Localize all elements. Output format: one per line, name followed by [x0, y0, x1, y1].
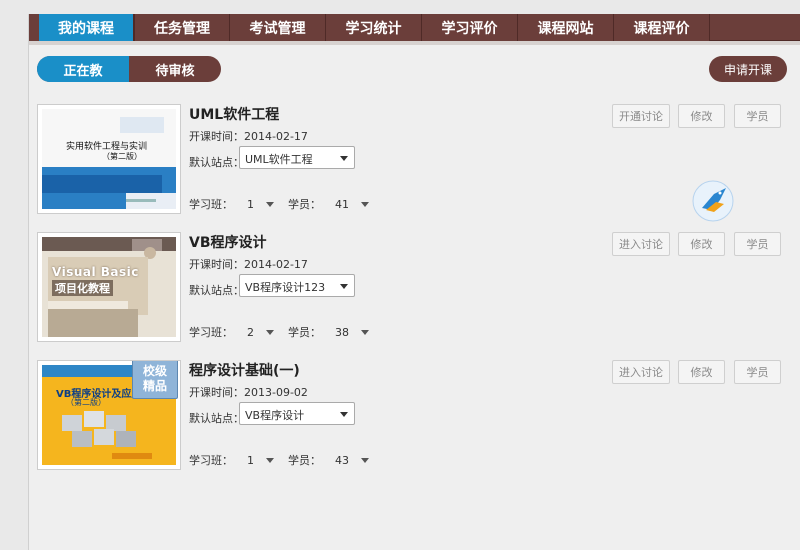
course-item: Visual Basic 项目化教程 VB程序设计 开课时间：2014-02-1…	[37, 232, 797, 344]
status-filter: 正在教 待审核	[37, 56, 221, 82]
class-count: 1	[247, 197, 254, 211]
course-item: 实用软件工程与实训 （第二版） UML软件工程 开课时间：2014-02-17 …	[37, 104, 797, 216]
badge-line-2: 精品	[142, 379, 167, 393]
site-select-value: VB程序设计	[245, 409, 305, 422]
course-stats: 学习班： 1 学员： 43	[189, 452, 383, 468]
date-value: 2014-02-17	[244, 258, 308, 271]
students-button[interactable]: 学员	[734, 232, 781, 256]
nav-filler	[710, 14, 800, 41]
filter-pending[interactable]: 待审核	[129, 56, 221, 82]
chevron-down-icon	[340, 284, 348, 289]
site-label: 默认站点：	[189, 156, 244, 169]
students-dropdown-icon[interactable]	[361, 201, 369, 207]
students-dropdown-icon[interactable]	[361, 457, 369, 463]
class-count: 1	[247, 453, 254, 467]
site-select[interactable]: VB程序设计	[239, 402, 355, 425]
enter-discussion-button[interactable]: 进入讨论	[612, 232, 670, 256]
cover-subtitle: 项目化教程	[52, 280, 113, 296]
student-count: 38	[335, 325, 349, 339]
cover-subtitle: （第二版）	[66, 398, 106, 407]
students-button[interactable]: 学员	[734, 360, 781, 384]
main-panel: 我的课程 任务管理 考试管理 学习统计 学习评价 课程网站 课程评价 正在教 待…	[28, 14, 800, 550]
students-label: 学员：	[288, 454, 321, 467]
site-select-value: VB程序设计123	[245, 281, 326, 294]
class-count: 2	[247, 325, 254, 339]
student-count: 41	[335, 197, 349, 211]
site-label: 默认站点：	[189, 412, 244, 425]
students-dropdown-icon[interactable]	[361, 329, 369, 335]
site-select-value: UML软件工程	[245, 153, 313, 166]
edit-button[interactable]: 修改	[678, 104, 725, 128]
course-cover[interactable]: 实用软件工程与实训 （第二版）	[37, 104, 181, 214]
class-label: 学习班：	[189, 198, 233, 211]
tab-course-evaluation[interactable]: 课程评价	[614, 14, 710, 41]
filter-teaching[interactable]: 正在教	[37, 56, 129, 82]
cover-title: Visual Basic	[52, 265, 139, 279]
site-select[interactable]: UML软件工程	[239, 146, 355, 169]
tab-learning-stats[interactable]: 学习统计	[326, 14, 422, 41]
class-label: 学习班：	[189, 326, 233, 339]
date-label: 开课时间：	[189, 386, 244, 399]
open-discussion-button[interactable]: 开通讨论	[612, 104, 670, 128]
chevron-down-icon	[340, 412, 348, 417]
chevron-down-icon	[340, 156, 348, 161]
site-label: 默认站点：	[189, 284, 244, 297]
tab-course-website[interactable]: 课程网站	[518, 14, 614, 41]
students-button[interactable]: 学员	[734, 104, 781, 128]
course-date: 开课时间：2014-02-17	[189, 128, 308, 144]
edit-button[interactable]: 修改	[678, 360, 725, 384]
student-count: 43	[335, 453, 349, 467]
tab-learning-evaluation[interactable]: 学习评价	[422, 14, 518, 41]
nav-divider	[29, 41, 800, 45]
enter-discussion-button[interactable]: 进入讨论	[612, 360, 670, 384]
course-title[interactable]: 程序设计基础(一)	[189, 360, 300, 380]
course-item: VB程序设计及应用 （第二版） 校级 精品 程序设计基础(一) 开课时间：201…	[37, 360, 797, 472]
date-value: 2014-02-17	[244, 130, 308, 143]
students-label: 学员：	[288, 198, 321, 211]
date-label: 开课时间：	[189, 258, 244, 271]
apply-course-button[interactable]: 申请开课	[709, 56, 787, 82]
course-cover[interactable]: VB程序设计及应用 （第二版） 校级 精品	[37, 360, 181, 470]
class-label: 学习班：	[189, 454, 233, 467]
quality-badge: 校级 精品	[132, 361, 178, 399]
tab-task-management[interactable]: 任务管理	[134, 14, 230, 41]
students-label: 学员：	[288, 326, 321, 339]
course-stats: 学习班： 2 学员： 38	[189, 324, 383, 340]
course-stats: 学习班： 1 学员： 41	[189, 196, 383, 212]
course-date: 开课时间：2014-02-17	[189, 256, 308, 272]
date-value: 2013-09-02	[244, 386, 308, 399]
site-select[interactable]: VB程序设计123	[239, 274, 355, 297]
class-dropdown-icon[interactable]	[266, 329, 274, 335]
tab-my-courses[interactable]: 我的课程	[39, 14, 134, 41]
class-dropdown-icon[interactable]	[266, 457, 274, 463]
edit-button[interactable]: 修改	[678, 232, 725, 256]
top-nav: 我的课程 任务管理 考试管理 学习统计 学习评价 课程网站 课程评价	[29, 14, 800, 41]
course-cover[interactable]: Visual Basic 项目化教程	[37, 232, 181, 342]
bird-logo-icon[interactable]	[692, 180, 734, 222]
course-date: 开课时间：2013-09-02	[189, 384, 308, 400]
cover-subtitle: （第二版）	[102, 152, 142, 161]
class-dropdown-icon[interactable]	[266, 201, 274, 207]
course-title[interactable]: UML软件工程	[189, 104, 279, 124]
tab-exam-management[interactable]: 考试管理	[230, 14, 326, 41]
course-title[interactable]: VB程序设计	[189, 232, 267, 252]
badge-line-1: 校级	[142, 364, 167, 378]
date-label: 开课时间：	[189, 130, 244, 143]
